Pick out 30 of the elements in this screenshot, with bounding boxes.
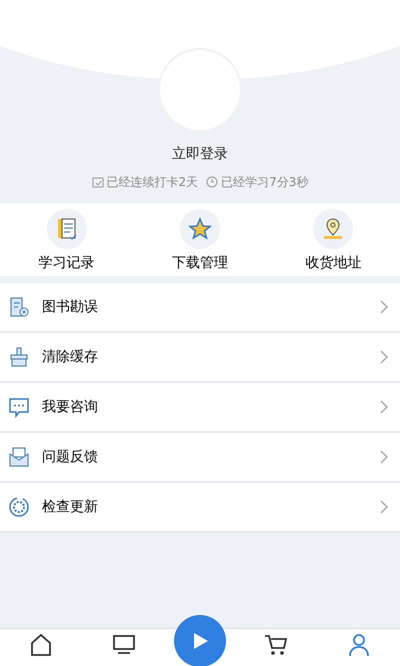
monitor-icon: [112, 633, 136, 655]
envelope-icon: [8, 446, 30, 468]
menu-item[interactable]: 清除缓存: [0, 333, 400, 383]
login-link[interactable]: 立即登录: [172, 144, 228, 165]
menu-item[interactable]: 我要咨询: [0, 383, 400, 433]
refresh-icon: [8, 496, 30, 518]
cart-icon: [264, 633, 288, 657]
chevron-right-icon: [380, 300, 388, 314]
chat-bubble-icon: [8, 396, 30, 418]
chevron-right-icon: [380, 350, 388, 364]
document-icon: [8, 296, 30, 318]
star-icon: [188, 217, 212, 241]
chevron-right-icon: [380, 500, 388, 514]
chevron-right-icon: [380, 400, 388, 414]
menu-item[interactable]: 图书勘误: [0, 283, 400, 333]
home-icon: [30, 633, 52, 657]
calendar-check-icon: [92, 176, 104, 188]
stat-text: 已经学习7分3秒: [221, 174, 308, 191]
user-icon: [348, 633, 370, 657]
notebook-icon: [56, 217, 78, 241]
shortcut-button[interactable]: 学习记录: [0, 203, 134, 276]
shortcut-button[interactable]: 下载管理: [133, 203, 267, 276]
location-pin-icon: [322, 217, 344, 241]
menu-item[interactable]: 检查更新: [0, 483, 400, 533]
menu-item[interactable]: 问题反馈: [0, 433, 400, 483]
chevron-right-icon: [380, 450, 388, 464]
shortcut-button[interactable]: 收货地址: [266, 203, 400, 276]
stat-text: 已经连续打卡2天: [106, 174, 198, 191]
clock-icon: [206, 176, 218, 188]
brush-icon: [8, 346, 30, 368]
